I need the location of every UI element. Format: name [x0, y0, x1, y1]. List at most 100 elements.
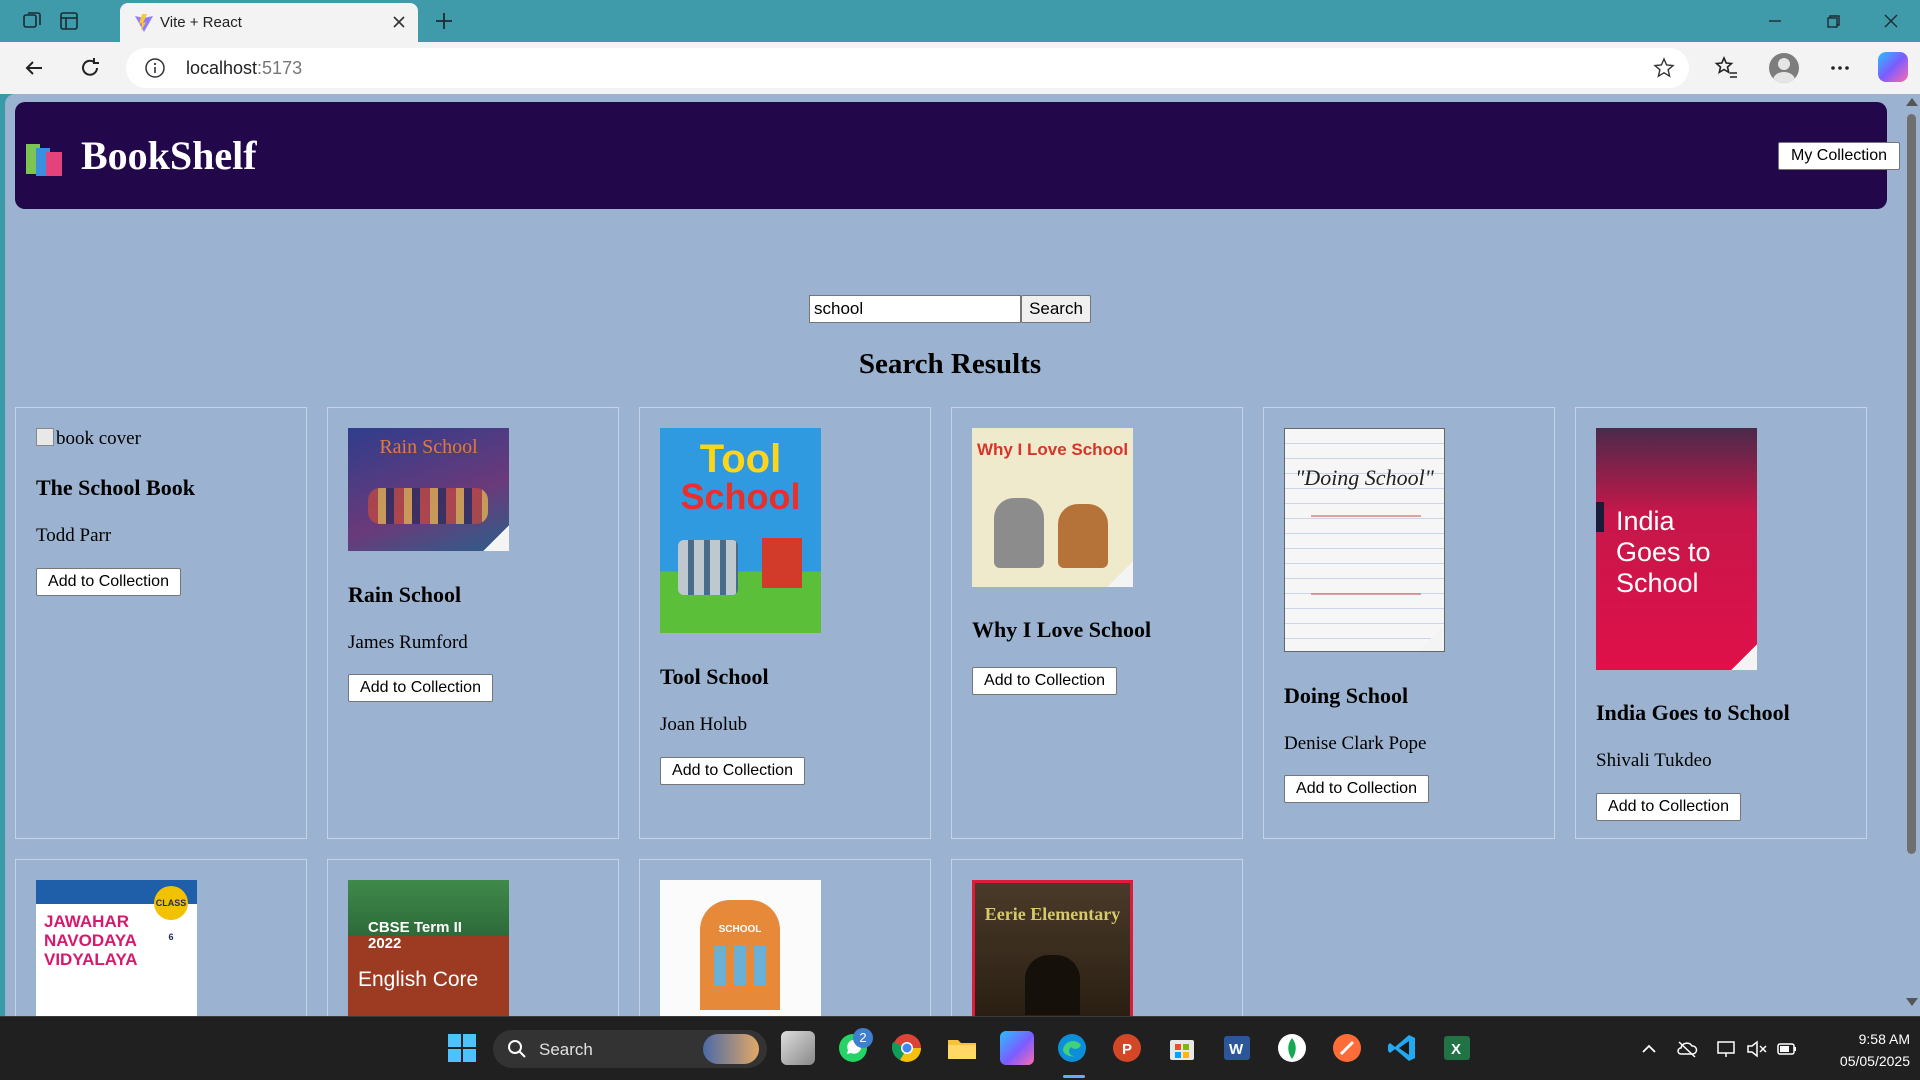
taskbar-search-label: Search [539, 1040, 593, 1059]
cover-bear [1058, 504, 1108, 568]
favorite-star-icon[interactable] [1653, 57, 1675, 79]
book-cover-image: Rain School [348, 428, 509, 551]
microsoft-store-icon[interactable] [1165, 1031, 1199, 1065]
book-card: CLASS 6 JAWAHAR NAVODAYA VIDYALAYA [15, 859, 307, 1016]
windows-start-icon[interactable] [445, 1031, 479, 1065]
cover-raccoon [994, 498, 1044, 568]
book-cover-image: Tool School [660, 428, 821, 633]
edge-icon[interactable] [1055, 1031, 1089, 1065]
taskbar-search[interactable]: Search [493, 1030, 767, 1068]
chrome-icon[interactable] [890, 1031, 924, 1065]
add-to-collection-button[interactable]: Add to Collection [1596, 793, 1741, 821]
book-card: Eerie Elementary [951, 859, 1243, 1016]
vite-logo-icon [135, 14, 153, 32]
excel-icon[interactable]: X [1440, 1031, 1474, 1065]
minimize-icon[interactable] [1762, 8, 1788, 34]
powerpoint-icon[interactable]: P [1110, 1031, 1144, 1065]
book-card: "Doing School" Doing School Denise Clark… [1263, 407, 1555, 839]
mongodb-compass-icon[interactable] [1275, 1031, 1309, 1065]
cover-illustration [368, 488, 488, 524]
book-author: Todd Parr [36, 525, 112, 546]
book-title: The School Book [36, 475, 195, 500]
cover-title: Rain School [379, 436, 478, 458]
whatsapp-notification-badge: 2 [853, 1028, 873, 1048]
cover-windows [714, 946, 766, 986]
address-bar[interactable]: localhost:5173 [126, 48, 1689, 88]
add-to-collection-button[interactable]: Add to Collection [972, 667, 1117, 695]
book-cover-image: CBSE Term II 2022 English Core [348, 880, 509, 1016]
word-icon[interactable]: W [1220, 1031, 1254, 1065]
restore-icon[interactable] [1820, 8, 1846, 34]
cover-tools [678, 540, 738, 595]
active-app-indicator [1063, 1075, 1085, 1078]
refresh-icon[interactable] [76, 54, 104, 82]
more-options-icon[interactable] [1826, 54, 1854, 82]
task-view-icon[interactable] [781, 1031, 815, 1065]
book-author: James Rumford [348, 632, 468, 653]
book-cover-image: "Doing School" [1284, 428, 1445, 652]
page-curl [1107, 561, 1133, 587]
brand-title: BookShelf [81, 133, 257, 178]
page-scrollbar[interactable] [1902, 94, 1920, 1016]
scroll-down-arrow-icon[interactable] [1906, 998, 1918, 1006]
browser-tab-active[interactable]: Vite + React [120, 3, 418, 42]
close-tab-icon[interactable] [390, 13, 408, 31]
book-cover-image: Why I Love School [972, 428, 1133, 587]
cover-title: India Goes to School [1616, 506, 1711, 598]
battery-icon[interactable] [1776, 1039, 1798, 1059]
site-info-icon[interactable] [144, 57, 166, 79]
book-cover-image: CLASS 6 JAWAHAR NAVODAYA VIDYALAYA [36, 880, 197, 1016]
copilot-icon[interactable] [1878, 52, 1908, 82]
favorites-icon[interactable] [1712, 54, 1740, 82]
volume-muted-icon[interactable] [1746, 1039, 1768, 1059]
cover-title: "Doing School" [1295, 465, 1434, 490]
tab-actions-icon[interactable] [57, 9, 81, 33]
browser-toolbar: localhost:5173 [0, 42, 1920, 94]
cover-title-1: Tool [699, 437, 782, 481]
file-explorer-icon[interactable] [945, 1031, 979, 1065]
book-card: book cover The School Book Todd Parr Add… [15, 407, 307, 839]
profile-avatar[interactable] [1769, 53, 1799, 83]
new-tab-icon[interactable] [432, 9, 456, 33]
book-cover-image: Eerie Elementary [972, 880, 1133, 1016]
cover-title: Eerie Elementary [984, 904, 1121, 924]
clock-time[interactable]: 9:58 AM [1820, 1031, 1910, 1047]
cover-schoolhouse [762, 538, 802, 588]
broken-cover-image: book cover [36, 428, 141, 450]
copilot-app-icon[interactable] [1000, 1031, 1034, 1065]
search-input[interactable] [809, 295, 1021, 323]
search-icon [508, 1040, 526, 1058]
add-to-collection-button[interactable]: Add to Collection [660, 757, 805, 785]
postman-icon[interactable] [1330, 1031, 1364, 1065]
search-button[interactable]: Search [1021, 295, 1091, 323]
back-arrow-icon[interactable] [20, 54, 48, 82]
book-author: Shivali Tukdeo [1596, 750, 1712, 771]
book-cover-image: SCHOOL [660, 880, 821, 1016]
cover-title: Why I Love School [976, 440, 1129, 459]
show-hidden-icons-chevron-icon[interactable] [1638, 1039, 1660, 1059]
book-cover-image: India Goes to School [1596, 428, 1757, 670]
book-card: Rain School Rain School James Rumford Ad… [327, 407, 619, 839]
add-to-collection-button[interactable]: Add to Collection [1284, 775, 1429, 803]
cover-subtitle-lines [1311, 515, 1421, 595]
scrollbar-thumb[interactable] [1907, 114, 1916, 854]
cover-title: SCHOOL [718, 924, 762, 935]
windows-taskbar: Search 2 P W X 9:58 AM 05/05/2025 [0, 1016, 1920, 1080]
url-port: :5173 [257, 58, 303, 78]
results-heading: Search Results [858, 348, 1042, 380]
book-card: SCHOOL [639, 859, 931, 1016]
my-collection-button[interactable]: My Collection [1778, 142, 1900, 170]
cloud-sync-icon[interactable] [1676, 1039, 1698, 1059]
clock-date[interactable]: 05/05/2025 [1800, 1053, 1910, 1069]
book-title: India Goes to School [1596, 700, 1790, 725]
vscode-icon[interactable] [1385, 1031, 1419, 1065]
book-title: Why I Love School [972, 617, 1152, 642]
svg-text:P: P [1122, 1041, 1132, 1058]
network-icon[interactable] [1716, 1039, 1738, 1059]
add-to-collection-button[interactable]: Add to Collection [36, 568, 181, 596]
add-to-collection-button[interactable]: Add to Collection [348, 674, 493, 702]
book-card: CBSE Term II 2022 English Core [327, 859, 619, 1016]
close-window-icon[interactable] [1878, 8, 1904, 34]
workspaces-icon[interactable] [20, 9, 44, 33]
scroll-up-arrow-icon[interactable] [1906, 98, 1918, 106]
